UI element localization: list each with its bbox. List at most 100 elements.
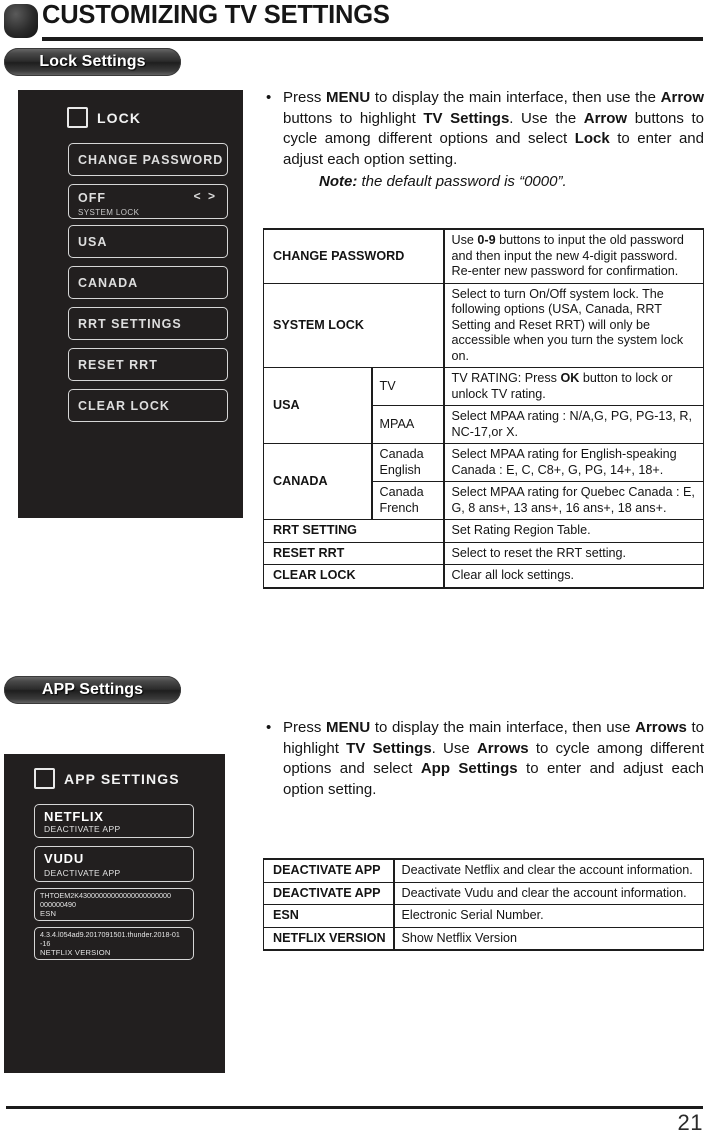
app-row-desc-deactivate-netflix: Deactivate Netflix and clear the account… <box>393 858 704 883</box>
lock-instr-seg-1: Press <box>283 89 327 106</box>
lock-row-key-usa: USA <box>263 367 373 444</box>
osd-item-netflix-version[interactable]: 4.3.4.l054ad9.2017091501.thunder.2018-01… <box>34 927 194 960</box>
section-badge-app-settings-label: APP Settings <box>41 681 144 698</box>
lock-row-desc-reset-rrt: Select to reset the RRT setting. <box>443 541 704 565</box>
page-number: 21 <box>677 1110 703 1135</box>
app-instr-seg-2: to display the main interface, then use <box>370 719 636 736</box>
osd-item-netflix-sub: DEACTIVATE APP <box>44 824 121 834</box>
lock-instr-seg-3: buttons to highlight <box>283 109 424 127</box>
osd-item-netflix-version-value-line-1: 4.3.4.l054ad9.2017091501.thunder.2018-01 <box>40 930 180 939</box>
lock-row-desc-rrt-setting: Set Rating Region Table. <box>443 519 704 543</box>
lock-row-key-system-lock: SYSTEM LOCK <box>263 282 445 368</box>
osd-item-esn-label: ESN <box>40 909 57 919</box>
header-bullet-icon <box>4 4 38 38</box>
osd-item-clear-lock[interactable]: CLEAR LOCK <box>68 389 228 422</box>
table-row: SYSTEM LOCK Select to turn On/Off system… <box>263 282 704 368</box>
osd-item-reset-rrt-label: RESET RRT <box>78 357 158 372</box>
app-osd-panel: APP SETTINGS NETFLIX DEACTIVATE APP VUDU… <box>4 754 225 1073</box>
app-settings-checkbox-icon[interactable] <box>34 768 55 789</box>
osd-item-rrt-settings-label: RRT SETTINGS <box>78 316 182 331</box>
lock-instr-arrow-key-1: Arrow <box>660 89 704 106</box>
osd-item-netflix-title: NETFLIX <box>44 809 104 824</box>
app-row-desc-netflix-version: Show Netflix Version <box>393 926 704 951</box>
page-header: CUSTOMIZING TV SETTINGS <box>0 0 709 45</box>
osd-item-system-lock-label: SYSTEM LOCK <box>78 208 140 217</box>
osd-item-system-lock-value: OFF <box>78 191 106 205</box>
app-instr-arrows-key-2: Arrows <box>476 739 529 757</box>
lock-row-key-canada: CANADA <box>263 443 373 520</box>
note-text: the default password is “0000”. <box>357 173 567 190</box>
desc-seg-a: Use <box>451 233 478 247</box>
note-label: Note: <box>319 173 358 190</box>
lock-row-desc-system-lock: Select to turn On/Off system lock. The f… <box>443 282 704 368</box>
table-row: NETFLIX VERSION Show Netflix Version <box>263 926 704 951</box>
app-row-desc-deactivate-vudu: Deactivate Vudu and clear the account in… <box>393 881 704 905</box>
app-row-key-deactivate-netflix: DEACTIVATE APP <box>263 858 395 883</box>
lock-row-sub-mpaa: MPAA <box>371 405 445 444</box>
lock-row-key-clear-lock: CLEAR LOCK <box>263 564 445 589</box>
lock-row-desc-change-password: Use 0-9 buttons to input the old passwor… <box>443 228 704 284</box>
table-row: RESET RRT Select to reset the RRT settin… <box>263 541 704 565</box>
osd-item-change-password[interactable]: CHANGE PASSWORD <box>68 143 228 176</box>
osd-item-vudu[interactable]: VUDU DEACTIVATE APP <box>34 846 194 882</box>
table-row: USA TV TV RATING: Press OK button to loc… <box>263 367 704 444</box>
table-row: CHANGE PASSWORD Use 0-9 buttons to input… <box>263 228 704 284</box>
lock-row-desc-tv: TV RATING: Press OK button to lock or un… <box>443 367 704 406</box>
table-row: RRT SETTING Set Rating Region Table. <box>263 519 704 543</box>
osd-item-usa-label: USA <box>78 234 108 249</box>
osd-item-esn[interactable]: THTOEM2K43000000000000000000000 00000049… <box>34 888 194 921</box>
lock-row-key-reset-rrt: RESET RRT <box>263 541 445 565</box>
lock-osd-title: LOCK <box>97 109 142 126</box>
lock-instr-seg-4: . Use the <box>509 109 584 127</box>
app-row-desc-esn: Electronic Serial Number. <box>393 904 704 928</box>
osd-item-canada[interactable]: CANADA <box>68 266 228 299</box>
lock-row-sub-canada-french: Canada French <box>371 481 445 520</box>
osd-item-netflix[interactable]: NETFLIX DEACTIVATE APP <box>34 804 194 838</box>
table-row: CANADA Canada English Select MPAA rating… <box>263 443 704 520</box>
lock-instruction-note: Note: the default password is “0000”. <box>283 172 704 193</box>
app-row-key-netflix-version: NETFLIX VERSION <box>263 926 395 951</box>
bullet-icon: • <box>266 89 272 106</box>
osd-item-canada-label: CANADA <box>78 275 139 290</box>
app-osd-header: APP SETTINGS <box>34 768 180 789</box>
lock-row-sub-tv: TV <box>371 367 445 406</box>
app-instr-menu-key: MENU <box>326 719 371 736</box>
lock-instruction-text: Press MENU to display the main interface… <box>266 88 704 193</box>
lock-osd-panel: LOCK CHANGE PASSWORD OFF < > SYSTEM LOCK… <box>18 90 243 518</box>
page-title: CUSTOMIZING TV SETTINGS <box>42 1 390 29</box>
lock-row-desc-canada-french: Select MPAA rating for Quebec Canada : E… <box>443 481 704 520</box>
section-badge-lock-settings: Lock Settings <box>4 48 181 76</box>
lock-row-desc-canada-english: Select MPAA rating for English-speaking … <box>443 443 704 482</box>
table-row: ESN Electronic Serial Number. <box>263 904 704 928</box>
lock-instr-tv-settings: TV Settings <box>423 109 510 127</box>
app-settings-table: DEACTIVATE APP Deactivate Netflix and cl… <box>263 858 704 951</box>
lock-row-key-change-password: CHANGE PASSWORD <box>263 228 445 284</box>
header-divider <box>42 37 703 41</box>
lock-instr-seg-2: to display the main interface, then use … <box>370 89 661 106</box>
app-osd-title: APP SETTINGS <box>64 770 180 787</box>
osd-item-rrt-settings[interactable]: RRT SETTINGS <box>68 307 228 340</box>
app-instruction-text: Press MENU to display the main interface… <box>266 718 704 800</box>
lock-row-sub-canada-english: Canada English <box>371 443 445 482</box>
osd-item-system-lock-arrows-icon[interactable]: < > <box>194 189 217 203</box>
lock-instructions: • Press MENU to display the main interfa… <box>266 88 704 193</box>
lock-checkbox-icon[interactable] <box>67 107 88 128</box>
bullet-icon: • <box>266 719 272 736</box>
app-instr-seg-1: Press <box>283 719 327 736</box>
osd-item-reset-rrt[interactable]: RESET RRT <box>68 348 228 381</box>
osd-item-netflix-version-value-line-2: -16 <box>40 938 51 948</box>
osd-item-system-lock[interactable]: OFF < > SYSTEM LOCK <box>68 184 228 219</box>
app-row-key-deactivate-vudu: DEACTIVATE APP <box>263 881 395 905</box>
table-row: CLEAR LOCK Clear all lock settings. <box>263 564 704 589</box>
app-instructions: • Press MENU to display the main interfa… <box>266 718 704 800</box>
app-instr-arrows-key-1: Arrows <box>635 719 687 736</box>
lock-instr-lock-key: Lock <box>574 130 610 147</box>
desc-key-ok: OK <box>560 371 580 385</box>
desc-key-0-9: 0-9 <box>477 233 496 247</box>
lock-osd-header: LOCK <box>67 107 141 128</box>
section-badge-lock-settings-label: Lock Settings <box>39 53 146 70</box>
lock-instr-arrow-key-2: Arrow <box>583 109 628 127</box>
osd-item-clear-lock-label: CLEAR LOCK <box>78 398 170 413</box>
osd-item-change-password-label: CHANGE PASSWORD <box>78 152 224 167</box>
osd-item-usa[interactable]: USA <box>68 225 228 258</box>
